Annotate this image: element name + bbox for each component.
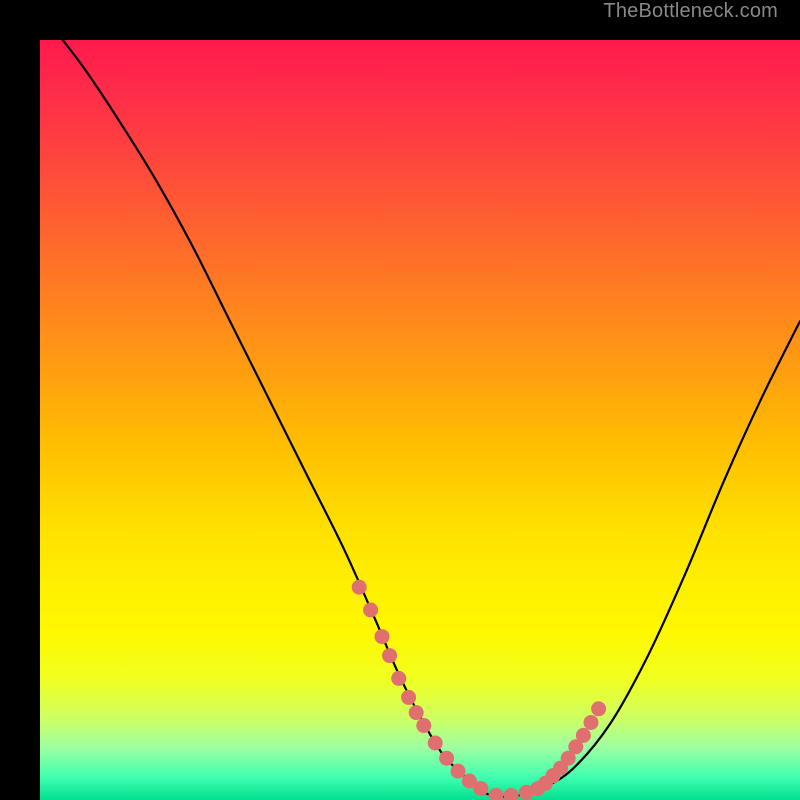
highlight-dot (352, 580, 367, 595)
highlight-dot (504, 788, 519, 800)
highlight-dot (375, 629, 390, 644)
plot-area (40, 40, 800, 800)
highlight-dot (451, 764, 466, 779)
highlight-dot (382, 648, 397, 663)
highlight-dot (363, 603, 378, 618)
curve-layer (40, 40, 800, 800)
highlight-dot (401, 690, 416, 705)
highlight-dot (576, 728, 591, 743)
highlight-dot (473, 781, 488, 796)
highlight-dot (409, 705, 424, 720)
watermark-text: TheBottleneck.com (603, 0, 778, 23)
highlight-dots (352, 580, 606, 800)
highlight-dot (391, 671, 406, 686)
highlight-dot (428, 736, 443, 751)
highlight-dot (591, 701, 606, 716)
chart-frame (20, 20, 780, 780)
highlight-dot (416, 718, 431, 733)
highlight-dot (439, 751, 454, 766)
highlight-dot (584, 715, 599, 730)
bottleneck-curve (63, 40, 800, 797)
highlight-dot (489, 788, 504, 800)
